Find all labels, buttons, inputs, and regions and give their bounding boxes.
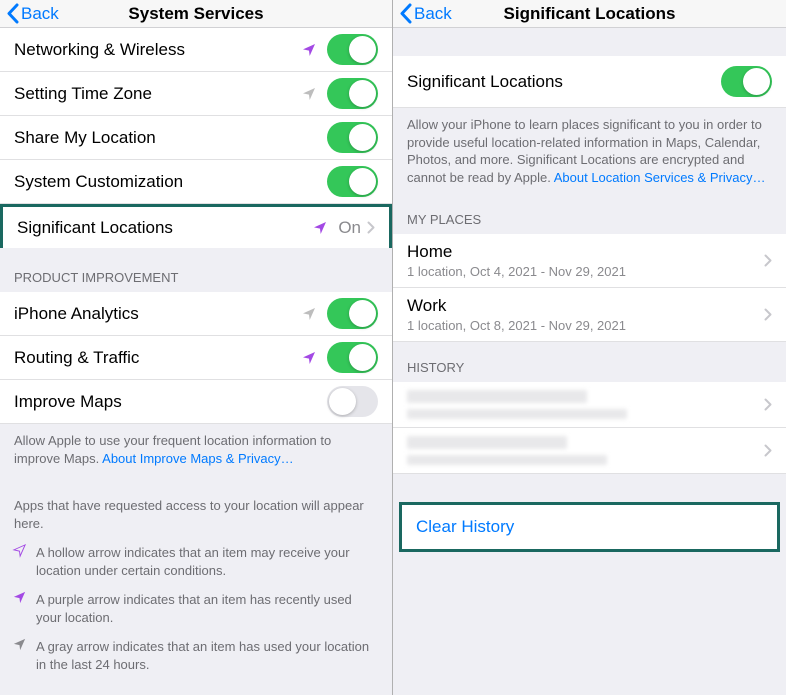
toggle-custom[interactable] [327, 166, 378, 197]
product-list: iPhone Analytics Routing & Traffic Impro… [0, 292, 392, 424]
toggle-share[interactable] [327, 122, 378, 153]
section-my-places: MY PLACES [393, 194, 786, 234]
legend-hollow: A hollow arrow indicates that an item ma… [0, 540, 392, 587]
row-label: Share My Location [14, 128, 327, 148]
place-subtitle: 1 location, Oct 4, 2021 - Nov 29, 2021 [407, 264, 764, 279]
footer-apps: Apps that have requested access to your … [0, 475, 392, 540]
header: Back Significant Locations [393, 0, 786, 28]
toggle-significant-locations[interactable] [721, 66, 772, 97]
location-indicator-purple-icon [301, 42, 317, 58]
row-timezone[interactable]: Setting Time Zone [0, 72, 392, 116]
row-share[interactable]: Share My Location [0, 116, 392, 160]
location-privacy-link[interactable]: About Location Services & Privacy… [554, 170, 766, 185]
places-list: Home 1 location, Oct 4, 2021 - Nov 29, 2… [393, 234, 786, 342]
row-label: Routing & Traffic [14, 348, 301, 368]
toggle-list: Significant Locations [393, 56, 786, 108]
back-label: Back [414, 4, 452, 24]
legend-text: A gray arrow indicates that an item has … [36, 639, 369, 672]
chevron-right-icon [367, 221, 375, 234]
chevron-right-icon [764, 254, 772, 267]
location-indicator-purple-icon [312, 220, 328, 236]
history-row[interactable] [393, 428, 786, 474]
header: Back System Services [0, 0, 392, 28]
system-services-panel: Back System Services Networking & Wirele… [0, 0, 393, 695]
location-indicator-gray-icon [12, 637, 27, 657]
row-routing[interactable]: Routing & Traffic [0, 336, 392, 380]
row-label: Networking & Wireless [14, 40, 301, 60]
footer-description: Allow your iPhone to learn places signif… [393, 108, 786, 194]
chevron-left-icon [6, 3, 19, 24]
location-indicator-purple-icon [301, 350, 317, 366]
row-label: Setting Time Zone [14, 84, 301, 104]
toggle-routing[interactable] [327, 342, 378, 373]
location-indicator-hollow-icon [12, 543, 27, 563]
history-row[interactable] [393, 382, 786, 428]
location-indicator-gray-icon [301, 306, 317, 322]
row-label: Improve Maps [14, 392, 327, 412]
chevron-right-icon [764, 308, 772, 321]
toggle-networking[interactable] [327, 34, 378, 65]
place-title: Work [407, 296, 764, 316]
spacer [393, 28, 786, 56]
row-label: iPhone Analytics [14, 304, 301, 324]
back-label: Back [21, 4, 59, 24]
row-label: System Customization [14, 172, 327, 192]
improve-maps-privacy-link[interactable]: About Improve Maps & Privacy… [102, 451, 293, 466]
legend-purple: A purple arrow indicates that an item ha… [0, 587, 392, 634]
row-significant-locations-toggle[interactable]: Significant Locations [393, 56, 786, 108]
location-indicator-gray-icon [301, 86, 317, 102]
history-list [393, 382, 786, 474]
status-value: On [338, 218, 361, 238]
legend-text: A purple arrow indicates that an item ha… [36, 592, 352, 625]
toggle-improve-maps[interactable] [327, 386, 378, 417]
row-home[interactable]: Home 1 location, Oct 4, 2021 - Nov 29, 2… [393, 234, 786, 288]
row-custom[interactable]: System Customization [0, 160, 392, 204]
row-improve-maps[interactable]: Improve Maps [0, 380, 392, 424]
row-analytics[interactable]: iPhone Analytics [0, 292, 392, 336]
services-list: Networking & Wireless Setting Time Zone … [0, 28, 392, 248]
legend-gray: A gray arrow indicates that an item has … [0, 634, 392, 681]
toggle-analytics[interactable] [327, 298, 378, 329]
location-indicator-purple-icon [12, 590, 27, 610]
back-button[interactable]: Back [0, 3, 59, 24]
significant-locations-panel: Back Significant Locations Significant L… [393, 0, 786, 695]
chevron-right-icon [764, 398, 772, 411]
row-label: Significant Locations [407, 72, 721, 92]
back-button[interactable]: Back [393, 3, 452, 24]
toggle-timezone[interactable] [327, 78, 378, 109]
chevron-right-icon [764, 444, 772, 457]
chevron-left-icon [399, 3, 412, 24]
clear-history-section: Clear History [399, 502, 780, 552]
spacer [393, 474, 786, 502]
section-history: HISTORY [393, 342, 786, 382]
legend-text: A hollow arrow indicates that an item ma… [36, 545, 350, 578]
clear-history-button[interactable]: Clear History [402, 505, 777, 549]
place-subtitle: 1 location, Oct 8, 2021 - Nov 29, 2021 [407, 318, 764, 333]
row-label: Significant Locations [17, 218, 312, 238]
section-product-improvement: PRODUCT IMPROVEMENT [0, 248, 392, 292]
row-significant-locations[interactable]: Significant Locations On [0, 204, 392, 248]
footer-improve-maps: Allow Apple to use your frequent locatio… [0, 424, 392, 475]
row-work[interactable]: Work 1 location, Oct 8, 2021 - Nov 29, 2… [393, 288, 786, 342]
place-title: Home [407, 242, 764, 262]
clear-history-label: Clear History [416, 517, 514, 537]
row-networking[interactable]: Networking & Wireless [0, 28, 392, 72]
